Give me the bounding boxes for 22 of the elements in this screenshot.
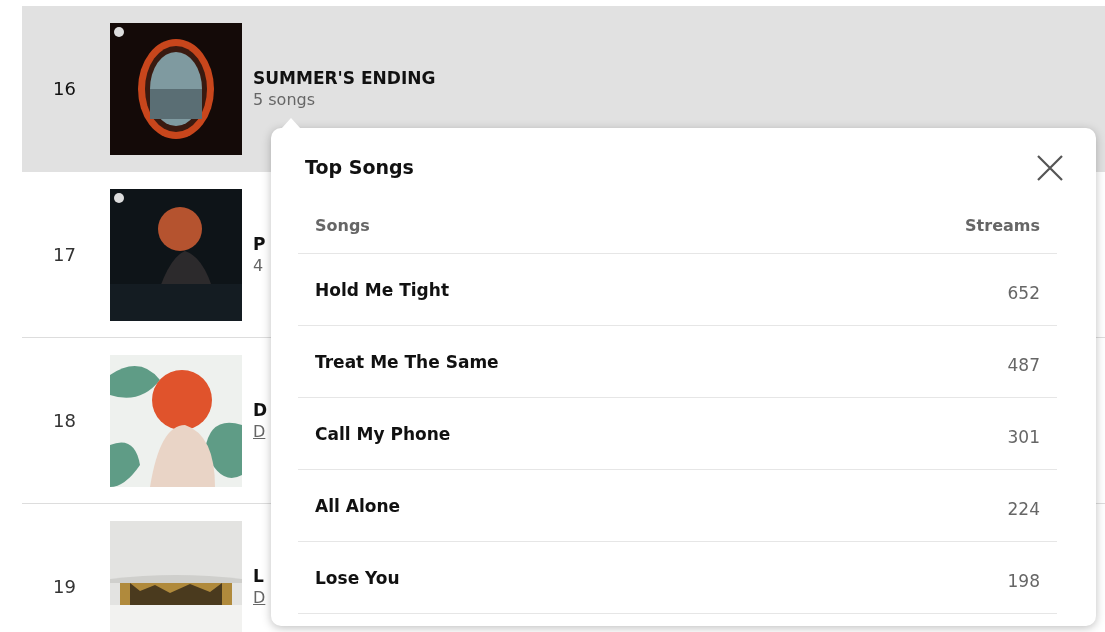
playlist-title: P	[253, 234, 266, 254]
playlist-title: L	[253, 566, 265, 586]
song-count: 5 songs	[253, 90, 317, 109]
rank-number: 18	[52, 410, 77, 431]
rank-number: 17	[52, 244, 77, 265]
song-count: 4	[253, 256, 265, 275]
song-title: Lose You	[298, 541, 804, 614]
stream-count: 487	[803, 325, 1057, 398]
playlist-title: SUMMER'S ENDING	[253, 68, 436, 88]
stream-count: 652	[803, 253, 1057, 326]
playlist-title: D	[253, 400, 268, 420]
rank-number: 19	[52, 576, 77, 597]
song-title: Call My Phone	[298, 397, 804, 470]
column-header: Streams	[803, 198, 1057, 254]
stream-count: 198	[803, 541, 1057, 614]
stream-count: 224	[803, 469, 1057, 542]
song-title: Treat Me The Same	[298, 325, 804, 398]
song-title: All Alone	[298, 469, 804, 542]
song-title: Hold Me Tight	[298, 253, 804, 326]
column-header: Songs	[298, 198, 804, 254]
stream-count: 301	[803, 397, 1057, 470]
rank-number: 16	[52, 78, 77, 99]
